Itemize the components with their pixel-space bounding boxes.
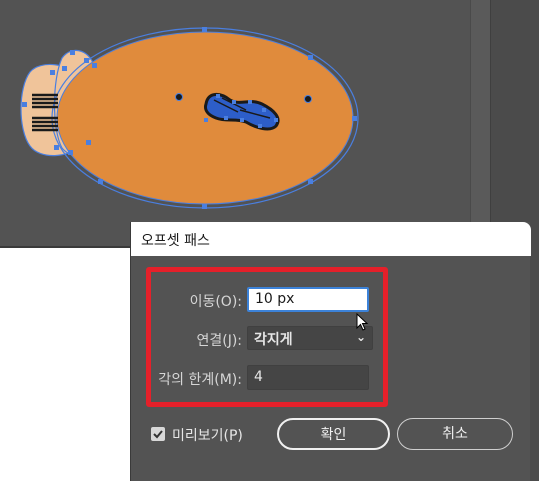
right-eye — [304, 95, 312, 103]
pasteboard-white — [0, 248, 130, 481]
checkmark-icon — [153, 430, 163, 439]
joins-label: 연결(J): — [196, 333, 242, 349]
joins-select[interactable]: 각지게 ⌄ — [247, 326, 373, 350]
miter-limit-value: 4 — [254, 369, 263, 385]
canvas-area[interactable] — [0, 0, 539, 246]
joins-value: 각지게 — [254, 332, 293, 348]
offset-label: 이동(O): — [189, 294, 242, 310]
cancel-button[interactable]: 취소 — [397, 418, 513, 450]
dialog-title-bar[interactable]: 오프셋 패스 — [131, 222, 531, 256]
ok-button[interactable]: 확인 — [277, 418, 390, 450]
offset-input[interactable]: 10 px — [247, 287, 369, 312]
left-eye — [175, 93, 183, 101]
preview-label[interactable]: 미리보기(P) — [172, 425, 243, 445]
miter-limit-label: 각의 한계(M): — [158, 372, 242, 388]
artwork[interactable] — [0, 0, 539, 246]
miter-limit-input[interactable]: 4 — [247, 365, 369, 390]
preview-checkbox[interactable] — [151, 427, 165, 441]
offset-value: 10 px — [255, 291, 295, 307]
dialog-title: 오프셋 패스 — [141, 233, 210, 249]
mouse-cursor-icon — [356, 313, 369, 331]
